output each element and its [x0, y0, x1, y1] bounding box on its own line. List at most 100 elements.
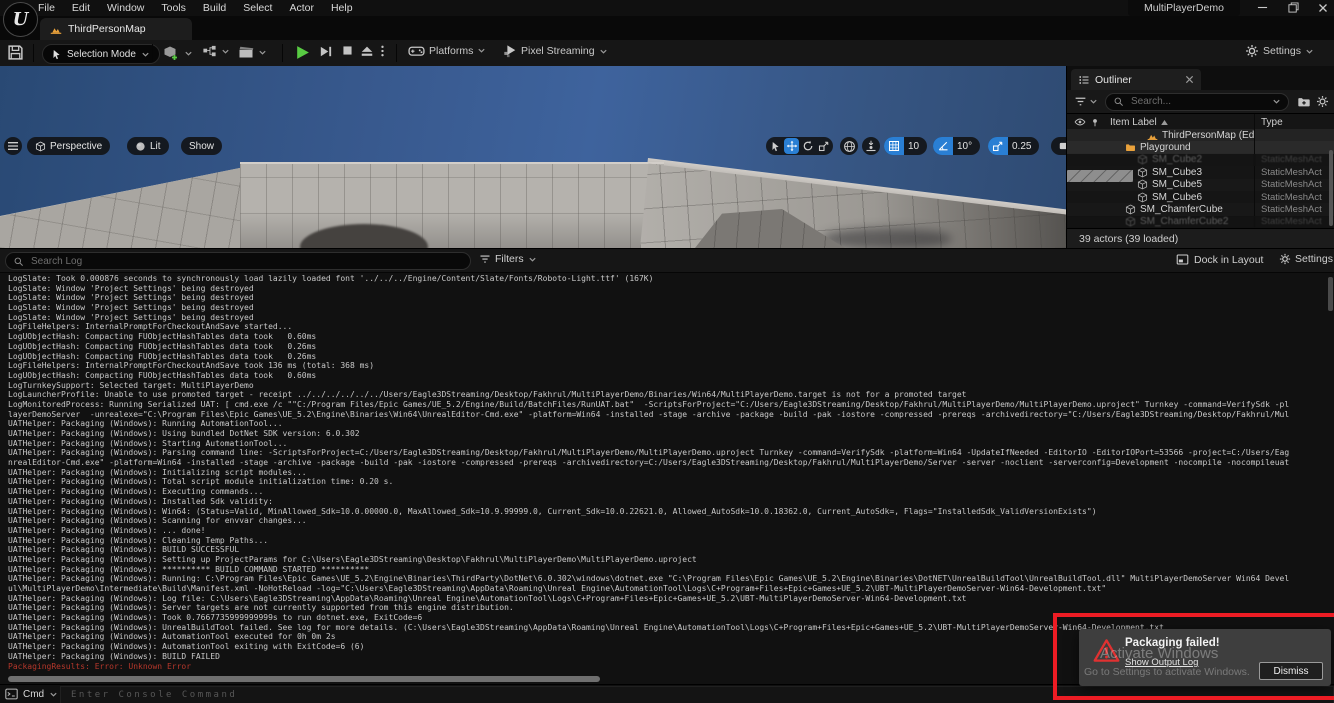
scale-tool-button[interactable] — [816, 138, 831, 154]
mesh-icon — [1137, 192, 1148, 203]
show-dropdown[interactable]: Show — [181, 137, 222, 155]
outliner-filter-button[interactable] — [1067, 95, 1105, 108]
tab-outliner[interactable]: Outliner — [1071, 69, 1201, 90]
outliner-item-type: StaticMeshAct — [1254, 203, 1334, 215]
log-line: UATHelper: Packaging (Windows): Server t… — [8, 603, 1334, 613]
menu-actor[interactable]: Actor — [289, 2, 314, 14]
unreal-editor-window: FileEditWindowToolsBuildSelectActorHelp … — [0, 0, 1334, 703]
main-toolbar: Selection Mode Platforms Pixel Streaming… — [0, 40, 1334, 67]
mesh-icon — [1125, 216, 1136, 227]
outliner-search-input[interactable] — [1129, 95, 1267, 108]
outliner-settings-button[interactable] — [1316, 95, 1329, 108]
outliner-panel: Outliner — [1066, 66, 1334, 248]
log-settings-dropdown[interactable]: Settings — [1279, 253, 1334, 265]
play-button[interactable] — [294, 44, 311, 61]
stop-button[interactable] — [341, 44, 354, 57]
lit-sphere-icon — [135, 141, 146, 152]
mesh-icon — [1137, 167, 1148, 178]
selection-mode-dropdown[interactable]: Selection Mode — [42, 44, 160, 64]
rotation-snap-control[interactable]: 10° — [933, 137, 980, 155]
outliner-row[interactable]: SM_ChamferCubeStaticMeshAct — [1067, 203, 1334, 215]
dismiss-button[interactable]: Dismiss — [1259, 662, 1323, 680]
visibility-column-button[interactable] — [1067, 116, 1090, 128]
filter-icon — [479, 253, 491, 265]
log-lines: LogSlate: Took 0.000876 seconds to synch… — [8, 274, 1334, 672]
grid-snap-control[interactable]: 10 — [884, 137, 927, 155]
dock-icon — [1176, 253, 1189, 266]
window-restore-button[interactable] — [1280, 0, 1306, 15]
select-tool-button[interactable] — [768, 138, 783, 154]
grid-snap-toggle[interactable] — [884, 137, 904, 155]
scale-snap-toggle[interactable] — [988, 137, 1008, 155]
add-actor-button[interactable] — [162, 44, 193, 62]
outliner-row[interactable]: SM_ChamferCube2StaticMeshAct — [1067, 216, 1334, 228]
camera-speed-control[interactable]: 1 — [1051, 137, 1066, 155]
title-bar: FileEditWindowToolsBuildSelectActorHelp … — [0, 0, 1334, 16]
item-label-column-header[interactable]: Item Label — [1110, 117, 1254, 128]
outliner-row[interactable]: SM_Cube2StaticMeshAct — [1067, 154, 1334, 166]
settings-dropdown[interactable]: Settings — [1245, 44, 1314, 58]
move-tool-button[interactable] — [784, 138, 799, 154]
outliner-item-type — [1254, 129, 1334, 141]
outliner-item-type — [1254, 141, 1334, 153]
blueprints-button[interactable] — [202, 44, 230, 59]
skip-to-next-button[interactable] — [318, 44, 333, 59]
outliner-search-row — [1067, 90, 1334, 113]
console-mode-dropdown[interactable]: Cmd — [5, 688, 58, 700]
lit-mode-dropdown[interactable]: Lit — [127, 137, 169, 155]
surface-snap-icon — [865, 140, 877, 152]
perspective-dropdown[interactable]: Perspective — [27, 137, 110, 155]
log-line: LogUObjectHash: Compacting FUObjectHashT… — [8, 342, 1334, 352]
menu-tools[interactable]: Tools — [161, 2, 186, 14]
chevron-down-icon — [1089, 97, 1098, 106]
level-viewport[interactable]: Perspective Lit Show 10 — [0, 66, 1066, 248]
outliner-row[interactable]: SM_Cube6StaticMeshAct — [1067, 191, 1334, 203]
close-icon[interactable] — [1185, 75, 1194, 84]
log-line: UATHelper: Packaging (Windows): Cleaning… — [8, 536, 1334, 546]
pixel-streaming-dropdown[interactable]: Pixel Streaming — [503, 44, 608, 58]
dock-in-layout-button[interactable]: Dock in Layout — [1176, 253, 1263, 266]
chevron-down-icon — [141, 50, 150, 59]
menu-select[interactable]: Select — [243, 2, 272, 14]
menu-help[interactable]: Help — [331, 2, 353, 14]
menu-file[interactable]: File — [38, 2, 55, 14]
window-close-button[interactable] — [1310, 0, 1334, 15]
console-bar: Cmd — [0, 684, 1334, 703]
scale-snap-control[interactable]: 0.25 — [988, 137, 1039, 155]
globe-icon — [843, 140, 856, 153]
world-coordinate-button[interactable] — [840, 137, 858, 155]
type-column-header[interactable]: Type — [1254, 114, 1334, 130]
chevron-down-icon — [1272, 97, 1281, 106]
rotate-tool-button[interactable] — [800, 138, 815, 154]
log-line: UATHelper: Packaging (Windows): Running:… — [8, 574, 1334, 584]
console-command-box[interactable] — [60, 686, 1334, 703]
window-minimize-button[interactable] — [1249, 0, 1275, 15]
outliner-scrollbar[interactable] — [1329, 150, 1333, 226]
log-search-input[interactable] — [29, 255, 463, 268]
pin-column-button[interactable] — [1090, 117, 1110, 128]
log-filters-dropdown[interactable]: Filters — [479, 253, 537, 265]
log-horizontal-scrollbar[interactable] — [8, 676, 600, 682]
log-vertical-scrollbar[interactable] — [1328, 277, 1333, 311]
platforms-dropdown[interactable]: Platforms — [408, 44, 486, 57]
menu-build[interactable]: Build — [203, 2, 226, 14]
surface-snapping-button[interactable] — [862, 137, 880, 155]
cinematics-button[interactable] — [238, 44, 267, 60]
menu-window[interactable]: Window — [107, 2, 144, 14]
outliner-search-box[interactable] — [1105, 93, 1289, 111]
rotation-snap-toggle[interactable] — [933, 137, 953, 155]
perspective-label: Perspective — [50, 141, 102, 152]
log-search-box[interactable] — [5, 252, 471, 270]
unreal-engine-logo[interactable]: U — [3, 2, 38, 37]
eject-button[interactable] — [360, 44, 374, 58]
viewport-options-button[interactable] — [4, 137, 22, 155]
outliner-row[interactable]: Playground — [1067, 141, 1334, 153]
menu-edit[interactable]: Edit — [72, 2, 90, 14]
play-options-button[interactable] — [380, 44, 385, 58]
outliner-row[interactable]: ThirdPersonMap (Editor) — [1067, 129, 1334, 141]
console-command-input[interactable] — [61, 689, 1333, 701]
save-button[interactable] — [7, 44, 24, 61]
outliner-new-folder-button[interactable] — [1289, 95, 1316, 109]
tab-thirdpersonmap[interactable]: ThirdPersonMap — [40, 18, 192, 40]
grid-snap-value: 10 — [908, 141, 919, 152]
